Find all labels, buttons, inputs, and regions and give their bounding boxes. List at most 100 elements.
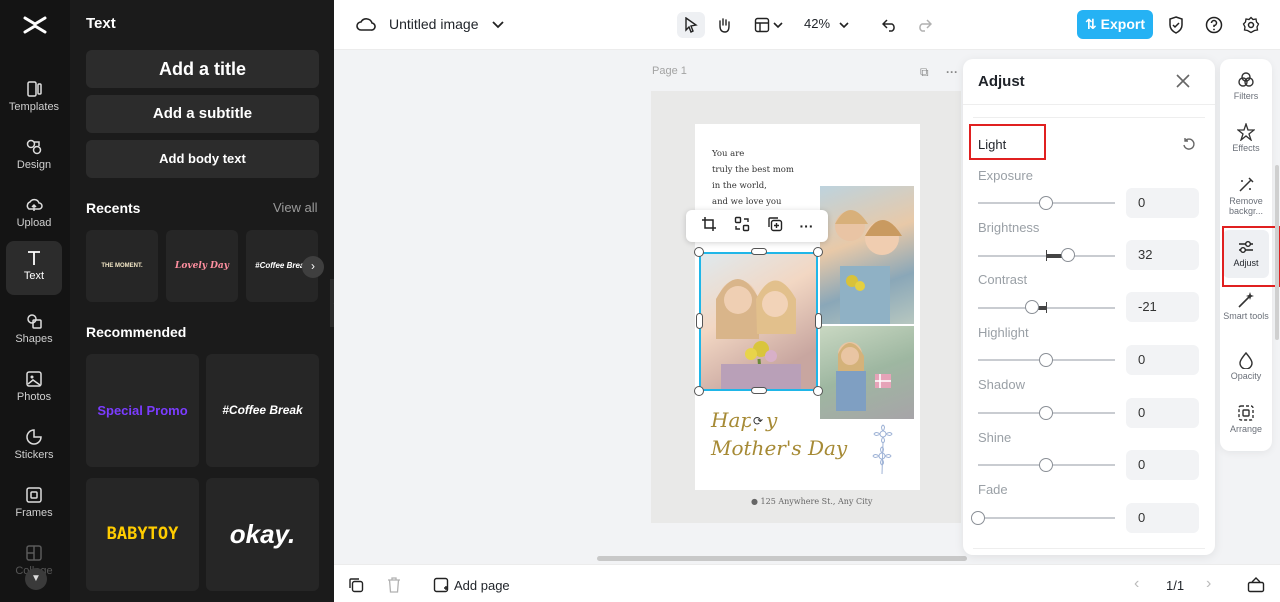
rail-item-design[interactable]: Design: [6, 130, 62, 182]
settings-gear-icon[interactable]: [1237, 12, 1265, 38]
tool-filters[interactable]: Filters: [1223, 63, 1269, 111]
recent-template-1[interactable]: THE MOMENT.: [86, 230, 158, 302]
page-manager-icon[interactable]: [1247, 577, 1265, 598]
photo-mother-daughter-hug[interactable]: [820, 186, 914, 324]
next-page-icon[interactable]: ›: [1206, 575, 1211, 593]
recommended-template-4[interactable]: okay.: [206, 478, 319, 591]
exposure-slider-knob[interactable]: [1039, 196, 1053, 210]
resize-handle-right[interactable]: [815, 313, 822, 329]
resize-handle-br[interactable]: [813, 386, 823, 396]
photos-icon: [26, 371, 42, 387]
resize-handle-bottom[interactable]: [751, 387, 767, 394]
rail-item-stickers[interactable]: Stickers: [6, 420, 62, 472]
crop-icon[interactable]: [701, 216, 717, 237]
add-title-button[interactable]: Add a title: [86, 50, 319, 88]
add-page-icon[interactable]: [433, 577, 449, 598]
zoom-level[interactable]: 42%: [804, 16, 830, 31]
slider-center-tick: [1046, 250, 1047, 261]
horizontal-scrollbar[interactable]: [597, 556, 967, 561]
add-page-button[interactable]: Add page: [454, 578, 510, 593]
recommended-template-1[interactable]: Special Promo: [86, 354, 199, 467]
resize-handle-tr[interactable]: [813, 247, 823, 257]
close-icon[interactable]: [1173, 71, 1193, 91]
previous-page-icon[interactable]: ‹: [1134, 575, 1139, 593]
divider: [973, 548, 1205, 549]
vertical-scrollbar[interactable]: [1275, 165, 1279, 340]
adjust-tool-highlight: [1222, 226, 1280, 287]
page-more-icon[interactable]: ···: [946, 65, 958, 79]
recommended-template-3[interactable]: BABYTOY: [86, 478, 199, 591]
hand-tool-icon[interactable]: [710, 12, 738, 38]
exposure-value[interactable]: 0: [1126, 188, 1199, 218]
poster-message[interactable]: You are truly the best mom in the world,…: [712, 146, 794, 210]
shadow-slider-knob[interactable]: [1039, 406, 1053, 420]
zoom-dropdown-icon[interactable]: [836, 12, 852, 38]
delete-page-icon[interactable]: [387, 577, 401, 598]
undo-icon[interactable]: [876, 12, 904, 38]
tool-remove-background[interactable]: Remove backgr...: [1223, 168, 1269, 224]
shine-value[interactable]: 0: [1126, 450, 1199, 480]
shine-slider-knob[interactable]: [1039, 458, 1053, 472]
rail-label: Text: [23, 270, 45, 282]
tool-effects[interactable]: Effects: [1223, 115, 1269, 163]
cloud-sync-icon[interactable]: [352, 12, 380, 38]
document-title[interactable]: Untitled image: [389, 16, 479, 32]
tool-opacity[interactable]: Opacity: [1223, 343, 1269, 391]
export-button[interactable]: ⇅ Export: [1077, 10, 1153, 39]
rail-item-shapes[interactable]: Shapes: [6, 304, 62, 356]
rail-item-photos[interactable]: Photos: [6, 362, 62, 414]
replace-image-icon[interactable]: [734, 216, 750, 237]
capcut-logo-icon[interactable]: [22, 12, 48, 38]
redo-icon[interactable]: [910, 12, 938, 38]
resize-handle-tl[interactable]: [694, 247, 704, 257]
add-subtitle-button[interactable]: Add a subtitle: [86, 95, 319, 133]
highlight-value[interactable]: 0: [1126, 345, 1199, 375]
rail-item-templates[interactable]: Templates: [6, 72, 62, 124]
duplicate-icon[interactable]: [767, 216, 783, 237]
page-indicator: 1/1: [1166, 578, 1185, 593]
duplicate-page-button-icon[interactable]: [348, 577, 364, 598]
frames-icon: [26, 487, 42, 503]
add-body-text-button[interactable]: Add body text: [86, 140, 319, 178]
recents-next-button[interactable]: ›: [302, 256, 324, 278]
rail-item-text[interactable]: Text: [6, 241, 62, 295]
chevron-down-icon[interactable]: [484, 12, 512, 38]
text-panel: Text Add a title Add a subtitle Add body…: [70, 0, 334, 602]
more-options-icon[interactable]: ···: [800, 218, 814, 234]
address-text[interactable]: ● 125 Anywhere St., Any City: [751, 497, 872, 506]
light-section-label[interactable]: Light: [978, 137, 1006, 152]
rail-item-upload[interactable]: Upload: [6, 188, 62, 240]
exposure-label: Exposure: [978, 168, 1033, 183]
tool-smart-tools[interactable]: Smart tools: [1223, 283, 1269, 339]
recent-template-2[interactable]: Lovely Day: [166, 230, 238, 302]
collage-icon: [26, 545, 42, 561]
reset-icon[interactable]: [1182, 137, 1196, 151]
greeting-text[interactable]: Happy Mother's Day: [711, 406, 847, 462]
selection-box[interactable]: [699, 252, 818, 391]
brightness-value[interactable]: 32: [1126, 240, 1199, 270]
duplicate-page-icon[interactable]: ⧉: [920, 65, 929, 80]
fade-value[interactable]: 0: [1126, 503, 1199, 533]
rail-item-frames[interactable]: Frames: [6, 478, 62, 530]
fade-slider-knob[interactable]: [971, 511, 985, 525]
recommended-template-2[interactable]: #Coffee Break: [206, 354, 319, 467]
rail-collapse-button[interactable]: ▼: [25, 568, 47, 590]
help-icon[interactable]: [1200, 12, 1228, 38]
highlight-slider-knob[interactable]: [1039, 353, 1053, 367]
rotate-handle-icon[interactable]: ⟳: [750, 413, 766, 429]
resize-handle-bl[interactable]: [694, 386, 704, 396]
view-all-link[interactable]: View all: [273, 200, 318, 215]
fade-slider-track[interactable]: [978, 517, 1115, 519]
resize-handle-left[interactable]: [696, 313, 703, 329]
design-icon: [26, 139, 42, 155]
contrast-slider-knob[interactable]: [1025, 300, 1039, 314]
shield-icon[interactable]: [1162, 12, 1190, 38]
contrast-value[interactable]: -21: [1126, 292, 1199, 322]
recents-heading: Recents: [86, 200, 141, 216]
brightness-slider-knob[interactable]: [1061, 248, 1075, 262]
select-tool-icon[interactable]: [677, 12, 705, 38]
tool-arrange[interactable]: Arrange: [1223, 396, 1269, 444]
resize-handle-top[interactable]: [751, 248, 767, 255]
layout-dropdown-icon[interactable]: [770, 12, 786, 38]
shadow-value[interactable]: 0: [1126, 398, 1199, 428]
